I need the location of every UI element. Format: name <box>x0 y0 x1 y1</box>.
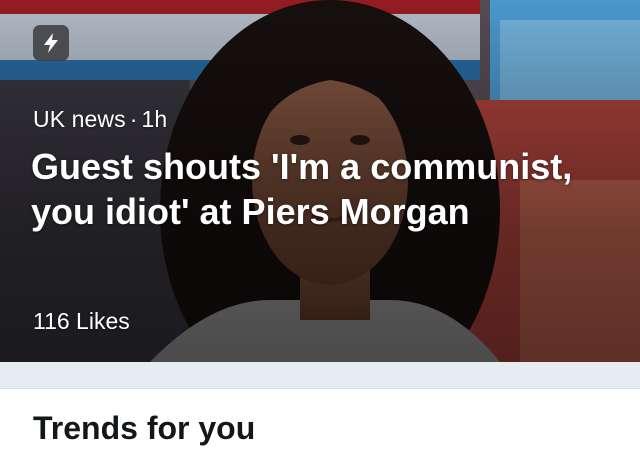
moment-likes: 116 Likes <box>33 308 130 334</box>
moment-category: UK news <box>33 106 126 132</box>
trends-section-title: Trends for you <box>33 410 256 446</box>
section-divider <box>0 362 640 389</box>
moment-age: 1h <box>141 106 168 132</box>
moment-meta: UK news · 1h <box>33 106 167 133</box>
moment-headline[interactable]: Guest shouts 'I'm a communist, you idiot… <box>31 144 591 234</box>
meta-separator: · <box>129 106 138 132</box>
moment-card[interactable]: UK news · 1h Guest shouts 'I'm a communist… <box>0 0 640 362</box>
lightning-bolt-icon <box>33 25 69 61</box>
